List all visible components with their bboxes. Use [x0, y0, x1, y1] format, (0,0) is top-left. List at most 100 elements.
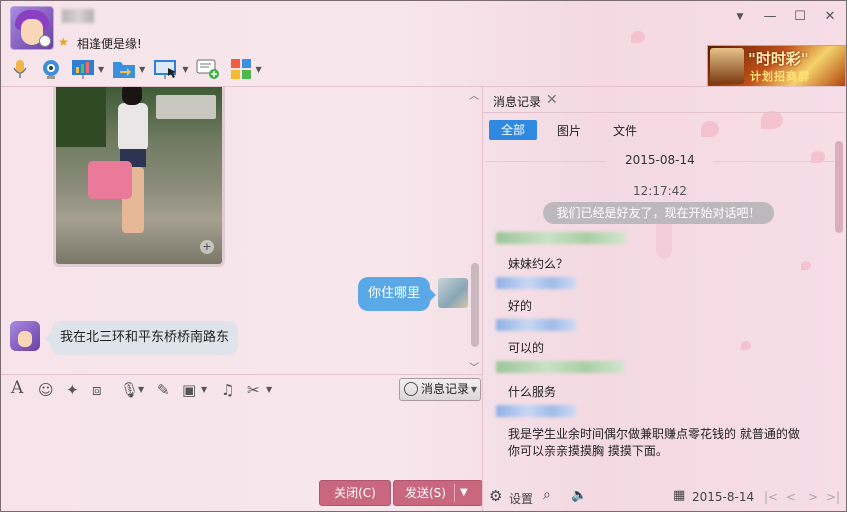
file-transfer-button[interactable]: ▼: [112, 58, 145, 80]
photo-person: [88, 87, 152, 257]
sender-info: [496, 277, 576, 289]
chevron-down-icon[interactable]: ▼: [182, 65, 188, 74]
chevron-down-icon[interactable]: ▼: [460, 481, 468, 505]
presentation-icon: [72, 60, 94, 79]
voice-call-button[interactable]: [9, 58, 31, 80]
message-bubble-sent: 你住哪里: [358, 277, 437, 311]
magic-icon[interactable]: ✦: [66, 381, 79, 399]
history-date-field[interactable]: 2015-8-14: [692, 490, 754, 504]
chevron-down-icon[interactable]: ▼: [266, 385, 272, 403]
menu-dropdown-button[interactable]: ▼: [732, 9, 748, 25]
filter-images[interactable]: 图片: [557, 122, 581, 139]
remote-desktop-icon: [154, 60, 177, 79]
history-message: 什么服务: [508, 385, 557, 399]
first-page-button[interactable]: |<: [764, 490, 778, 504]
message-history-button[interactable]: 消息记录 ▼: [399, 378, 481, 401]
calendar-icon[interactable]: ▦: [673, 488, 685, 503]
chevron-down-icon[interactable]: ▼: [139, 65, 145, 74]
clock-icon: [404, 382, 418, 396]
close-icon[interactable]: ✕: [546, 92, 558, 108]
video-call-button[interactable]: [39, 58, 63, 80]
apps-icon: [231, 59, 252, 79]
message-bubble-received: 我在北三环和平东桥桥南路东: [44, 321, 239, 355]
petal-decoration: [701, 121, 719, 137]
music-icon[interactable]: ♫: [221, 381, 234, 399]
panel-divider: [482, 87, 483, 511]
contact-avatar-small[interactable]: [10, 321, 40, 351]
edit-icon[interactable]: ✎: [157, 381, 170, 399]
expand-icon[interactable]: +: [200, 240, 214, 254]
my-avatar[interactable]: [438, 278, 468, 308]
sender-info: [496, 319, 576, 331]
send-label: 发送(S): [405, 486, 446, 500]
chat-scrollbar[interactable]: [471, 263, 479, 347]
chevron-down-icon[interactable]: ▼: [138, 385, 144, 403]
contact-name: [62, 9, 94, 23]
clock-icon: [39, 35, 51, 47]
speaker-icon[interactable]: 🔈: [571, 488, 587, 503]
ad-portrait: [710, 48, 744, 84]
history-message: 好的: [508, 299, 533, 313]
voice-icon[interactable]: 🎙: [120, 381, 139, 399]
send-button[interactable]: 发送(S) ▼: [393, 480, 483, 506]
message-input[interactable]: [1, 405, 482, 475]
contact-signature: 相逢便是缘!: [77, 37, 142, 51]
shared-photo[interactable]: +: [53, 87, 225, 267]
screenshot-icon[interactable]: ⧈: [92, 381, 102, 399]
filter-files[interactable]: 文件: [613, 122, 637, 139]
font-icon[interactable]: A: [11, 378, 23, 398]
send-separator: [454, 484, 455, 502]
sender-info: [496, 405, 576, 417]
group-chat-icon: [196, 59, 220, 79]
maximize-button[interactable]: ☐: [792, 9, 808, 25]
settings-label[interactable]: 设置: [509, 490, 533, 507]
scroll-up-icon[interactable]: ︿: [469, 87, 479, 102]
photo-car: [156, 95, 216, 119]
image-icon[interactable]: ▣: [182, 381, 196, 399]
window-controls: ▼ — ☐ ✕: [732, 9, 838, 25]
previous-page-button[interactable]: <: [786, 490, 796, 504]
chevron-down-icon[interactable]: ▼: [255, 65, 261, 74]
group-chat-button[interactable]: [196, 58, 222, 80]
system-notice: 我们已经是好友了，现在开始对话吧！: [543, 202, 774, 224]
chevron-down-icon: ▼: [470, 385, 477, 394]
contact-avatar[interactable]: [10, 6, 54, 50]
apps-button[interactable]: ▼: [230, 58, 262, 80]
petal-decoration: [761, 111, 783, 129]
petal-decoration: [631, 31, 645, 43]
emoji-icon[interactable]: ☺: [38, 381, 54, 399]
tab-message-history[interactable]: 消息记录: [493, 93, 541, 110]
top-toolbar: ▼ ▼ ▼ ▼: [9, 56, 270, 82]
search-icon[interactable]: ⌕: [543, 487, 551, 503]
scissors-icon[interactable]: ✂: [247, 381, 260, 399]
gear-icon[interactable]: ⚙: [489, 487, 502, 505]
history-date-separator: 2015-08-14: [486, 153, 834, 169]
video-camera-icon: [43, 60, 59, 79]
photo-tree: [56, 87, 106, 147]
petal-decoration: [801, 261, 811, 270]
chevron-down-icon[interactable]: ▼: [201, 385, 207, 403]
sender-info: [496, 361, 624, 373]
filter-all[interactable]: 全部: [489, 120, 537, 140]
petal-decoration: [741, 341, 751, 350]
history-time: 12:17:42: [633, 184, 687, 198]
last-page-button[interactable]: >|: [826, 490, 840, 504]
scroll-down-icon[interactable]: ﹀: [469, 359, 479, 374]
file-transfer-icon: [113, 62, 136, 78]
history-scrollbar[interactable]: [835, 141, 843, 233]
next-page-button[interactable]: >: [808, 490, 818, 504]
advertisement-banner[interactable]: "时时彩" 计划招商群: [707, 45, 846, 87]
close-window-button[interactable]: ✕: [822, 9, 838, 25]
petal-decoration: [656, 219, 672, 259]
chevron-down-icon[interactable]: ▼: [98, 65, 104, 74]
remote-desktop-button[interactable]: ▼: [153, 58, 188, 80]
minimize-button[interactable]: —: [762, 9, 778, 25]
star-icon: ★: [58, 35, 69, 49]
close-button[interactable]: 关闭(C): [319, 480, 391, 506]
ad-subtitle: 计划招商群: [750, 70, 810, 83]
history-date: 2015-08-14: [625, 153, 695, 167]
history-message: 可以的: [508, 341, 545, 355]
chat-window: ★ 相逢便是缘! ▼ — ☐ ✕ ▼ ▼ ▼ ▼ "时时彩" 计划招商群 + ︿…: [0, 0, 847, 512]
presentation-button[interactable]: ▼: [71, 58, 104, 80]
microphone-icon: [13, 60, 27, 78]
